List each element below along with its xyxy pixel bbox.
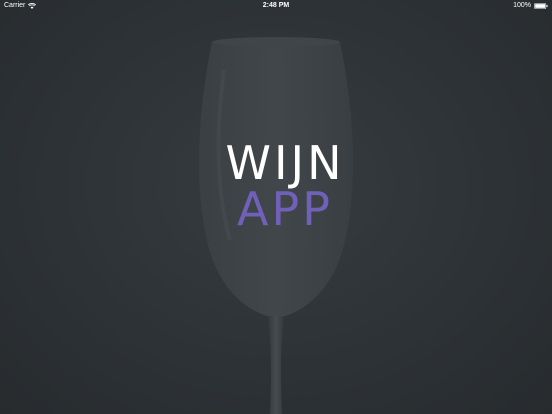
- status-bar: Carrier 2:48 PM 100%: [0, 0, 552, 12]
- splash-screen: Carrier 2:48 PM 100% WIJN APP: [0, 0, 552, 414]
- app-logo: WIJN APP: [200, 138, 370, 238]
- battery-icon: [534, 3, 548, 9]
- battery-fill: [535, 4, 546, 8]
- battery-indicator: 100%: [513, 0, 548, 12]
- battery-percent: 100%: [513, 2, 531, 9]
- logo-word-wijn: WIJN: [225, 136, 345, 190]
- logo-word-app: APP: [237, 182, 333, 236]
- status-time: 2:48 PM: [262, 2, 290, 9]
